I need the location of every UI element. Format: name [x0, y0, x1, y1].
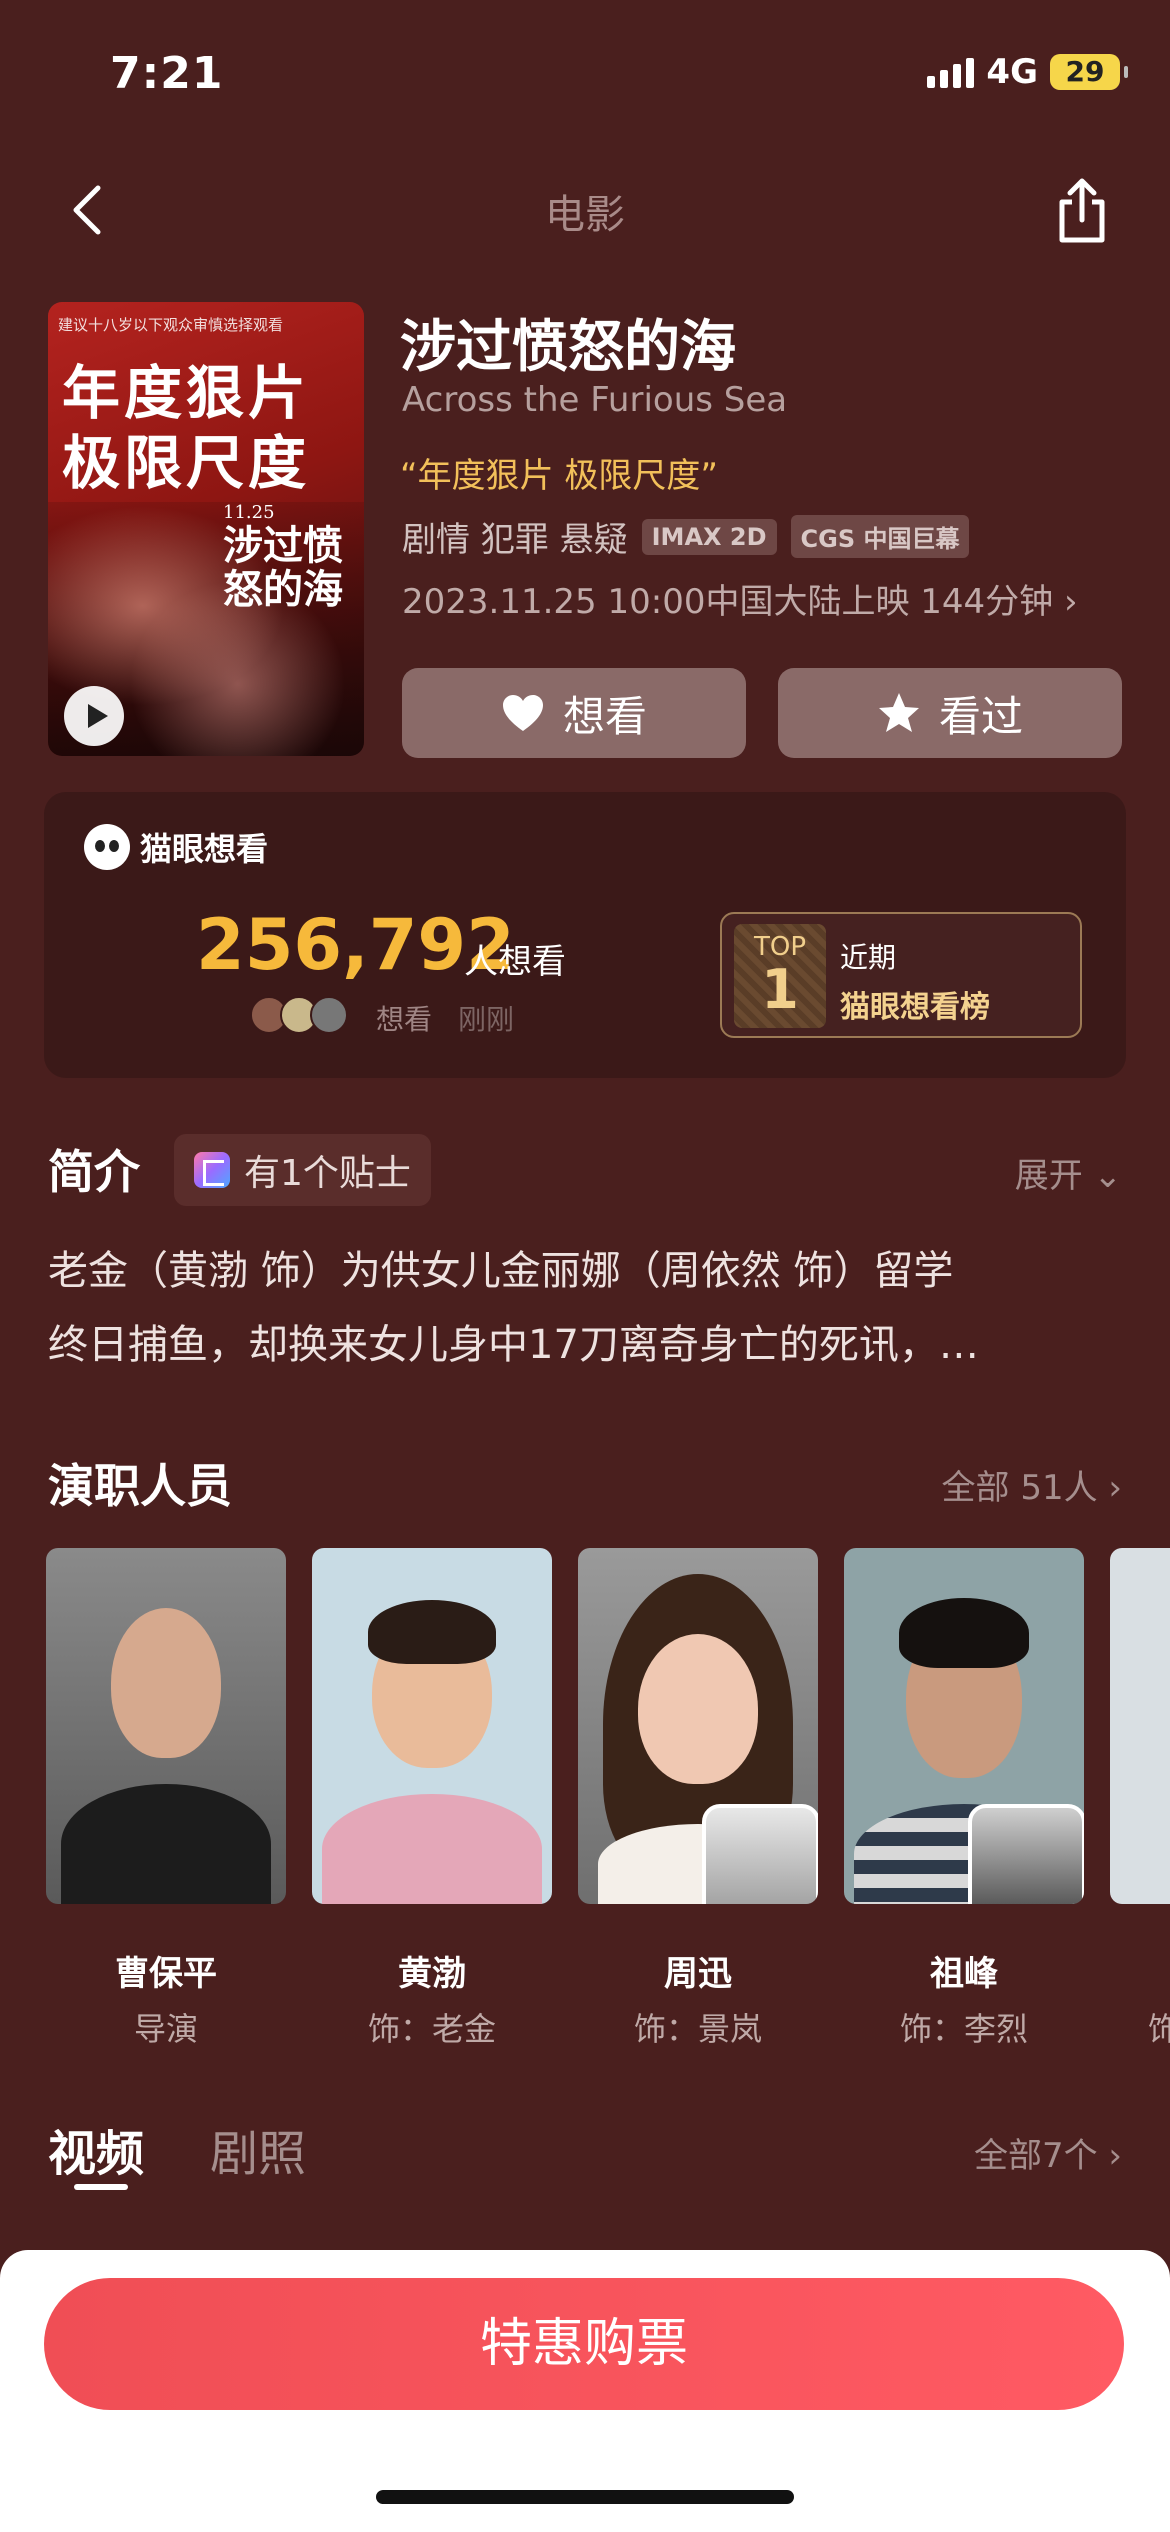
cast-card[interactable] [578, 1548, 818, 1904]
cast-card[interactable] [844, 1548, 1084, 1904]
movie-tagline: “年度狠片 极限尺度” [400, 456, 719, 496]
maoyan-brand-label: 猫眼想看 [140, 830, 269, 868]
poster-warning-text: 建议十八岁以下观众审慎选择观看 [58, 316, 284, 334]
star-icon [878, 693, 919, 732]
format-badge-cgs: CGS 中国巨幕 [790, 515, 970, 558]
poster-slogan: 年度狠片 极限尺度 [62, 358, 310, 498]
release-info[interactable]: 2023.11.25 10:00中国大陆上映 144分钟 › [402, 574, 1078, 623]
cast-role: 导演 [133, 2010, 198, 2048]
character-avatar [702, 1804, 818, 1904]
play-icon[interactable] [64, 686, 124, 746]
tips-icon [194, 1152, 230, 1188]
poster-title: 涉过愤怒的海 [223, 522, 343, 613]
recent-user-avatars [250, 996, 348, 1034]
status-time: 7:21 [110, 48, 224, 99]
cast-role: 饰：景岚 [633, 2010, 762, 2048]
network-type: 4G [986, 52, 1038, 92]
cast-all-link[interactable]: 全部 51人 › [942, 1460, 1122, 1509]
tips-label: 有1个贴士 [244, 1153, 411, 1194]
tab-underline [74, 2184, 128, 2190]
poster-date: 11.25 [223, 502, 275, 523]
cast-name: 周迅 [664, 1954, 732, 1994]
seen-button-label: 看过 [938, 691, 1023, 741]
cast-photo-body [61, 1784, 271, 1904]
avatar [310, 996, 348, 1034]
page-title: 电影 [545, 192, 625, 238]
intro-line-1: 老金（黄渤 饰）为供女儿金丽娜（周依然 饰）留学 [48, 1248, 954, 1294]
cast-photo-hair [368, 1600, 496, 1664]
cast-photo-hair [899, 1598, 1029, 1668]
want-stats-card: 猫眼想看 256,792 人想看 想看 刚刚 TOP 1 近期 猫眼想看榜 [44, 792, 1126, 1078]
buy-ticket-button[interactable]: 特惠购票 [44, 2278, 1124, 2410]
tab-video[interactable]: 视频 [48, 2114, 144, 2184]
movie-english-title: Across the Furious Sea [402, 380, 788, 420]
rank-period: 近期 [840, 941, 897, 974]
cast-role: 饰：老金 [367, 2010, 496, 2048]
intro-text[interactable]: 老金（黄渤 饰）为供女儿金丽娜（周依然 饰）留学 终日捕鱼，却换来女儿身中17刀… [48, 1234, 1128, 1382]
signal-icon [927, 56, 975, 88]
cast-name: 黄渤 [398, 1954, 466, 1994]
cast-photo [1110, 1548, 1170, 1904]
heart-icon [502, 695, 543, 731]
cast-card[interactable] [312, 1548, 552, 1904]
cast-role: 饰 [1148, 2010, 1170, 2048]
want-count-unit: 人想看 [464, 942, 566, 982]
rank-number: 1 [761, 958, 799, 1021]
movie-poster[interactable]: 建议十八岁以下观众审慎选择观看 年度狠片 极限尺度 11.25 涉过愤怒的海 [48, 302, 364, 756]
maoyan-brand: 猫眼想看 [84, 824, 268, 870]
ranking-badge[interactable]: TOP 1 近期 猫眼想看榜 [720, 912, 1082, 1038]
rank-list-name: 猫眼想看榜 [840, 990, 990, 1025]
intro-title: 简介 [48, 1145, 140, 1199]
cast-name: 祖峰 [930, 1954, 998, 1994]
bottom-action-panel: 特惠购票 [0, 2250, 1170, 2532]
recent-want-time: 刚刚 [458, 1003, 515, 1036]
character-avatar [968, 1804, 1084, 1904]
recent-want-label: 想看 [376, 1003, 433, 1036]
rank-top-emblem: TOP 1 [734, 924, 826, 1028]
cast-card[interactable] [1110, 1548, 1170, 1904]
want-button-label: 想看 [562, 691, 647, 741]
format-badge-imax: IMAX 2D [641, 518, 777, 555]
maoyan-cat-icon [84, 824, 130, 870]
movie-title: 涉过愤怒的海 [400, 315, 736, 380]
media-all-link[interactable]: 全部7个 › [974, 2128, 1122, 2177]
home-indicator [376, 2490, 794, 2504]
seen-button[interactable]: 看过 [778, 668, 1122, 758]
movie-genres: 剧情 犯罪 悬疑 [402, 520, 628, 560]
genre-row: 剧情 犯罪 悬疑 IMAX 2D CGS 中国巨幕 [402, 512, 970, 561]
battery-icon: 29 [1050, 54, 1128, 90]
cast-role: 饰：李烈 [899, 2010, 1028, 2048]
cast-photo-face [111, 1608, 221, 1758]
status-bar: 7:21 4G 29 [0, 0, 1170, 140]
status-indicators: 4G 29 [927, 52, 1128, 92]
cast-photo-face [638, 1634, 758, 1784]
share-icon[interactable] [1050, 176, 1114, 246]
poster-slogan-line-2: 极限尺度 [62, 429, 311, 497]
cast-title: 演职人员 [48, 1459, 232, 1513]
poster-slogan-line-1: 年度狠片 [62, 359, 311, 427]
want-button[interactable]: 想看 [402, 668, 746, 758]
tab-photos[interactable]: 剧照 [210, 2114, 306, 2184]
nav-bar: 电影 [0, 160, 1170, 260]
intro-line-2: 终日捕鱼，却换来女儿身中17刀离奇身亡的死讯，… [48, 1322, 979, 1368]
cast-name: 曹保平 [115, 1954, 217, 1994]
expand-button[interactable]: 展开 ⌄ [1015, 1148, 1122, 1197]
cast-photo-body [322, 1794, 542, 1904]
cast-card[interactable] [46, 1548, 286, 1904]
tips-button[interactable]: 有1个贴士 [174, 1134, 431, 1206]
